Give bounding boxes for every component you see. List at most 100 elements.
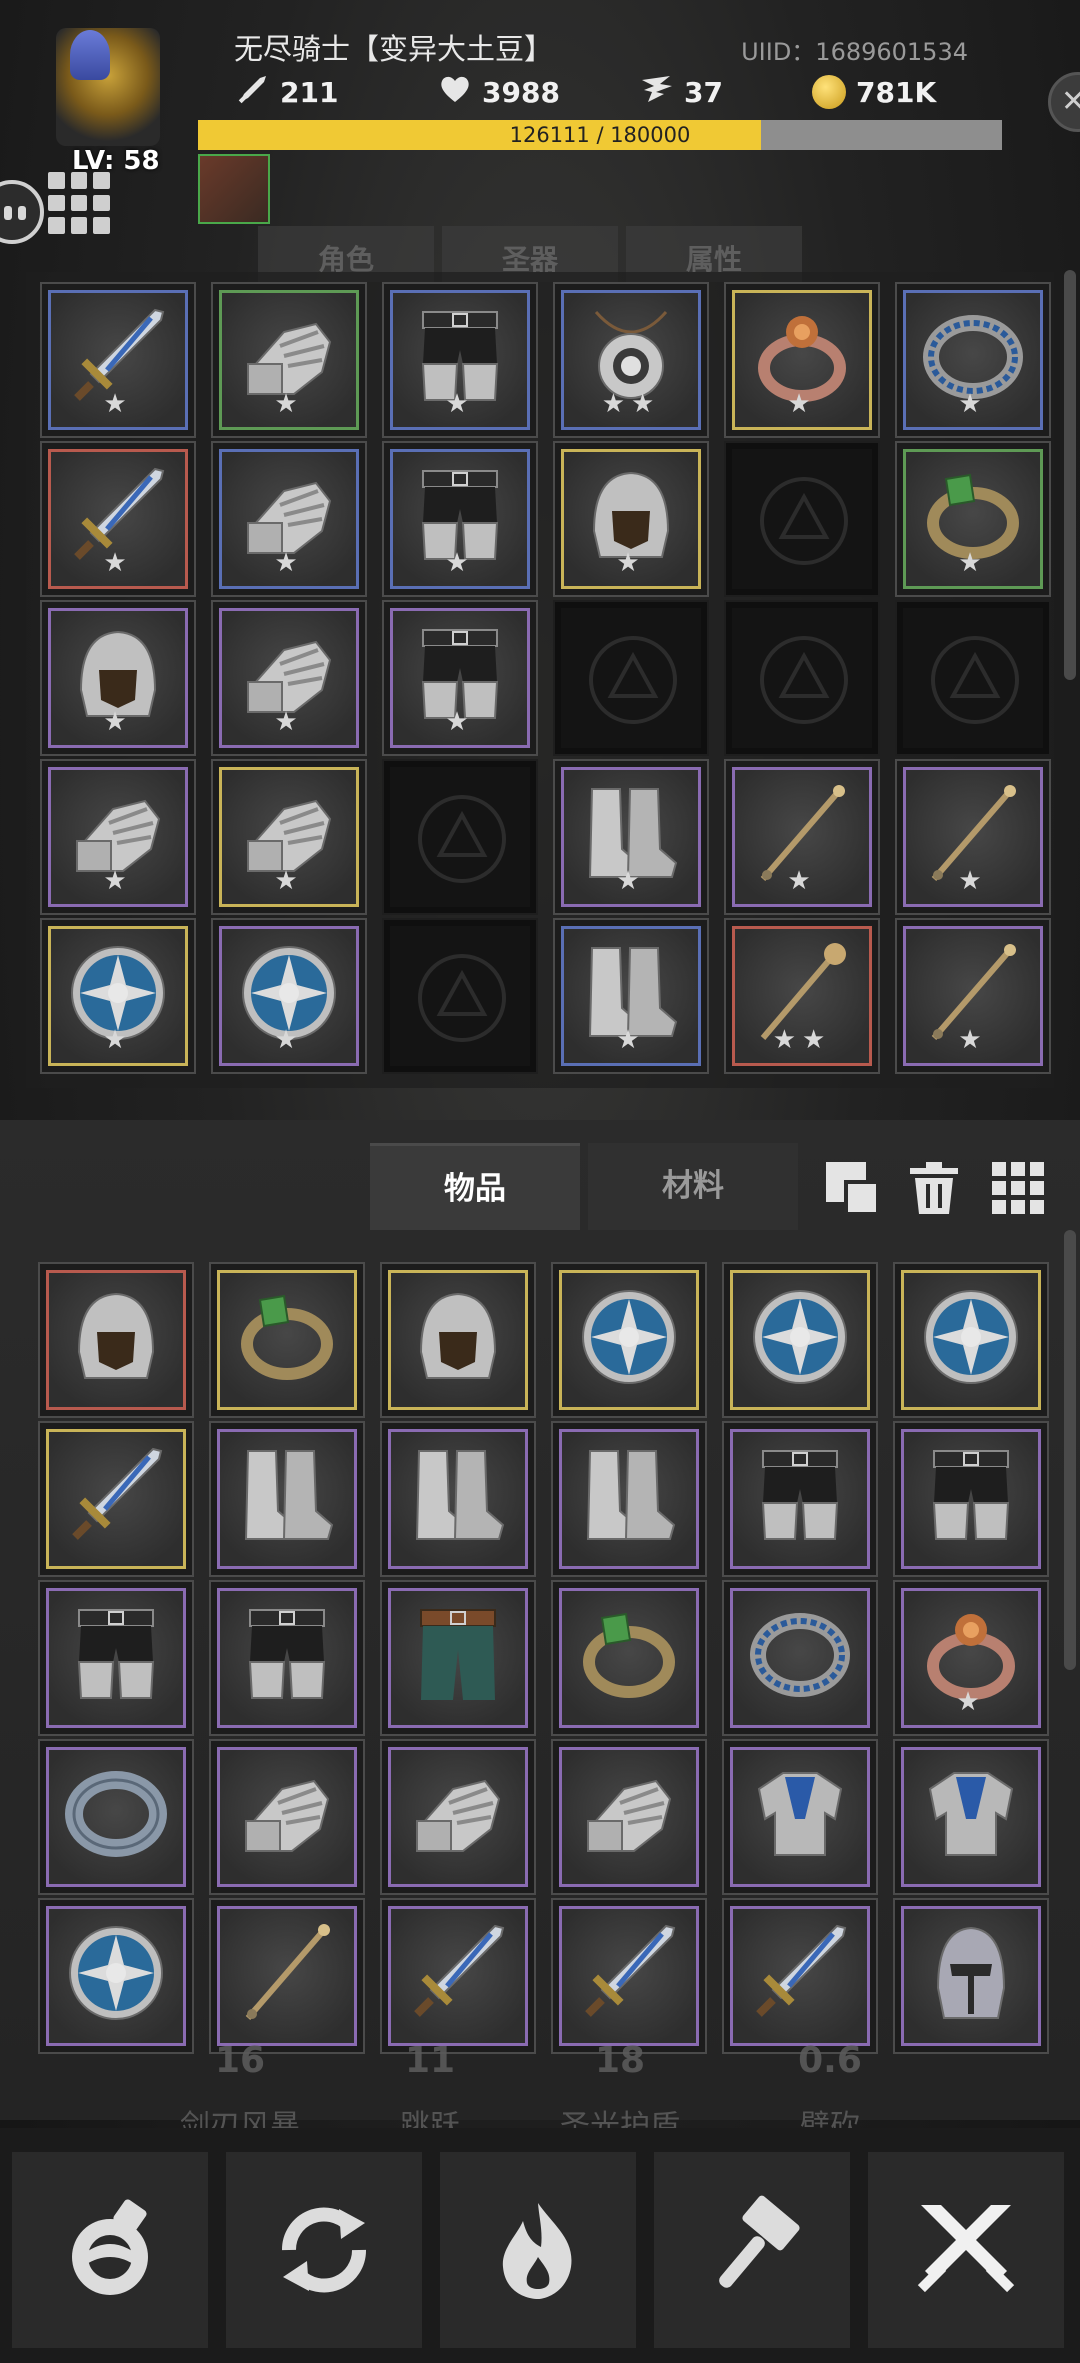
buff-icon[interactable] bbox=[198, 154, 270, 224]
sort-icon[interactable] bbox=[824, 1160, 880, 1216]
star-rating: ★ bbox=[958, 1025, 988, 1055]
star-rating: ★ bbox=[445, 548, 475, 578]
inventory-armor[interactable] bbox=[722, 1739, 878, 1895]
inventory-boots[interactable] bbox=[209, 1421, 365, 1577]
empty-slot[interactable] bbox=[895, 600, 1051, 756]
refresh-button[interactable] bbox=[226, 2152, 422, 2348]
inventory-pants[interactable] bbox=[209, 1580, 365, 1736]
inventory-ring-plain[interactable] bbox=[38, 1739, 194, 1895]
equipped-gauntlet[interactable]: ★ bbox=[211, 282, 367, 438]
skill-cooldown: 0.6 bbox=[798, 2040, 862, 2081]
ring-plain-icon bbox=[61, 1759, 171, 1869]
player-uid: UIID：1689601534 bbox=[741, 38, 968, 66]
inventory-helmet[interactable] bbox=[38, 1262, 194, 1418]
player-avatar[interactable] bbox=[56, 28, 160, 146]
ring-green-icon bbox=[574, 1600, 684, 1710]
equipped-pants[interactable]: ★ bbox=[382, 282, 538, 438]
equipped-sword[interactable]: ★ bbox=[40, 441, 196, 597]
equipped-staff[interactable]: ★ bbox=[895, 918, 1051, 1074]
star-rating: ★ bbox=[274, 1025, 304, 1055]
equipped-boots[interactable]: ★ bbox=[553, 918, 709, 1074]
inventory-pants[interactable] bbox=[38, 1580, 194, 1736]
grid-view-icon[interactable] bbox=[990, 1160, 1046, 1216]
equipment-scrollbar[interactable] bbox=[1064, 270, 1076, 680]
pants-green-icon bbox=[403, 1600, 513, 1710]
pants-icon bbox=[745, 1441, 855, 1551]
inventory-ring-green[interactable] bbox=[209, 1262, 365, 1418]
potion-button[interactable] bbox=[12, 2152, 208, 2348]
equipped-helmet[interactable]: ★ bbox=[553, 441, 709, 597]
equipment-panel: ★ ★ ★ ★★ ★ ★ ★ ★ ★ ★ ★ ★ ★ ★ ★ ★ ★ ★ ★ ★ ★ ★ ★★ ★ bbox=[26, 272, 1054, 1088]
gold-stat: 781K bbox=[812, 72, 936, 112]
armor-icon bbox=[916, 1759, 1026, 1869]
tab-materials[interactable]: 材料 bbox=[588, 1143, 798, 1230]
boots-icon bbox=[574, 1441, 684, 1551]
equipped-ring-red[interactable]: ★ bbox=[724, 282, 880, 438]
inventory-shield[interactable] bbox=[893, 1262, 1049, 1418]
equipped-shield[interactable]: ★ bbox=[211, 918, 367, 1074]
empty-slot[interactable] bbox=[553, 600, 709, 756]
refresh-icon bbox=[269, 2195, 379, 2305]
inventory-helmet[interactable] bbox=[380, 1262, 536, 1418]
inventory-armor[interactable] bbox=[893, 1739, 1049, 1895]
inventory-gauntlet[interactable] bbox=[380, 1739, 536, 1895]
pants-icon bbox=[61, 1600, 171, 1710]
trash-icon[interactable] bbox=[906, 1160, 962, 1216]
star-rating: ★ bbox=[445, 707, 475, 737]
empty-slot[interactable] bbox=[724, 600, 880, 756]
star-rating: ★ bbox=[956, 1687, 986, 1717]
star-rating: ★ bbox=[787, 389, 817, 419]
equipped-gauntlet[interactable]: ★ bbox=[40, 759, 196, 915]
equipped-staff[interactable]: ★ bbox=[895, 759, 1051, 915]
hammer-button[interactable] bbox=[654, 2152, 850, 2348]
coin-icon bbox=[812, 75, 846, 109]
armor-icon bbox=[745, 1759, 855, 1869]
equipped-gauntlet[interactable]: ★ bbox=[211, 441, 367, 597]
gauntlet-icon bbox=[574, 1759, 684, 1869]
equipped-ring-rune[interactable]: ★ bbox=[895, 282, 1051, 438]
star-rating: ★ bbox=[616, 866, 646, 896]
flame-button[interactable] bbox=[440, 2152, 636, 2348]
inventory-scrollbar[interactable] bbox=[1064, 1230, 1076, 1670]
inventory-ring-green[interactable] bbox=[551, 1580, 707, 1736]
inventory-boots[interactable] bbox=[551, 1421, 707, 1577]
inventory-shield[interactable] bbox=[722, 1262, 878, 1418]
equipped-gauntlet[interactable]: ★ bbox=[211, 759, 367, 915]
inventory-ring-red[interactable]: ★ bbox=[893, 1580, 1049, 1736]
empty-slot[interactable] bbox=[382, 918, 538, 1074]
equipped-ring-green[interactable]: ★ bbox=[895, 441, 1051, 597]
star-rating: ★ bbox=[103, 707, 133, 737]
equipped-pants[interactable]: ★ bbox=[382, 441, 538, 597]
equipped-amulet[interactable]: ★★ bbox=[553, 282, 709, 438]
equipped-helmet[interactable]: ★ bbox=[40, 600, 196, 756]
equipped-sword[interactable]: ★ bbox=[40, 282, 196, 438]
inventory-pants-green[interactable] bbox=[380, 1580, 536, 1736]
inventory-gauntlet[interactable] bbox=[551, 1739, 707, 1895]
equipped-shield[interactable]: ★ bbox=[40, 918, 196, 1074]
star-rating: ★ bbox=[616, 1025, 646, 1055]
inventory-boots[interactable] bbox=[380, 1421, 536, 1577]
skill-cooldown: 16 bbox=[214, 2040, 266, 2081]
skill-cooldown: 11 bbox=[404, 2040, 456, 2081]
inventory-ring-rune[interactable] bbox=[722, 1580, 878, 1736]
equipped-boots[interactable]: ★ bbox=[553, 759, 709, 915]
inventory-sword[interactable] bbox=[38, 1421, 194, 1577]
inventory-pants[interactable] bbox=[893, 1421, 1049, 1577]
boots-icon bbox=[232, 1441, 342, 1551]
star-rating: ★ bbox=[958, 389, 988, 419]
equipped-gauntlet[interactable]: ★ bbox=[211, 600, 367, 756]
empty-slot[interactable] bbox=[724, 441, 880, 597]
menu-grid-icon[interactable] bbox=[48, 172, 110, 234]
crossed-swords-button[interactable] bbox=[868, 2152, 1064, 2348]
equipped-staff[interactable]: ★ bbox=[724, 759, 880, 915]
inventory-pants[interactable] bbox=[722, 1421, 878, 1577]
shield-icon bbox=[916, 1282, 1026, 1392]
inventory-shield[interactable] bbox=[551, 1262, 707, 1418]
hammer-icon bbox=[697, 2195, 807, 2305]
inventory-gauntlet[interactable] bbox=[209, 1739, 365, 1895]
equipped-mace[interactable]: ★★ bbox=[724, 918, 880, 1074]
helmet-icon bbox=[403, 1282, 513, 1392]
equipped-pants[interactable]: ★ bbox=[382, 600, 538, 756]
empty-slot[interactable] bbox=[382, 759, 538, 915]
tab-items[interactable]: 物品 bbox=[370, 1143, 580, 1230]
